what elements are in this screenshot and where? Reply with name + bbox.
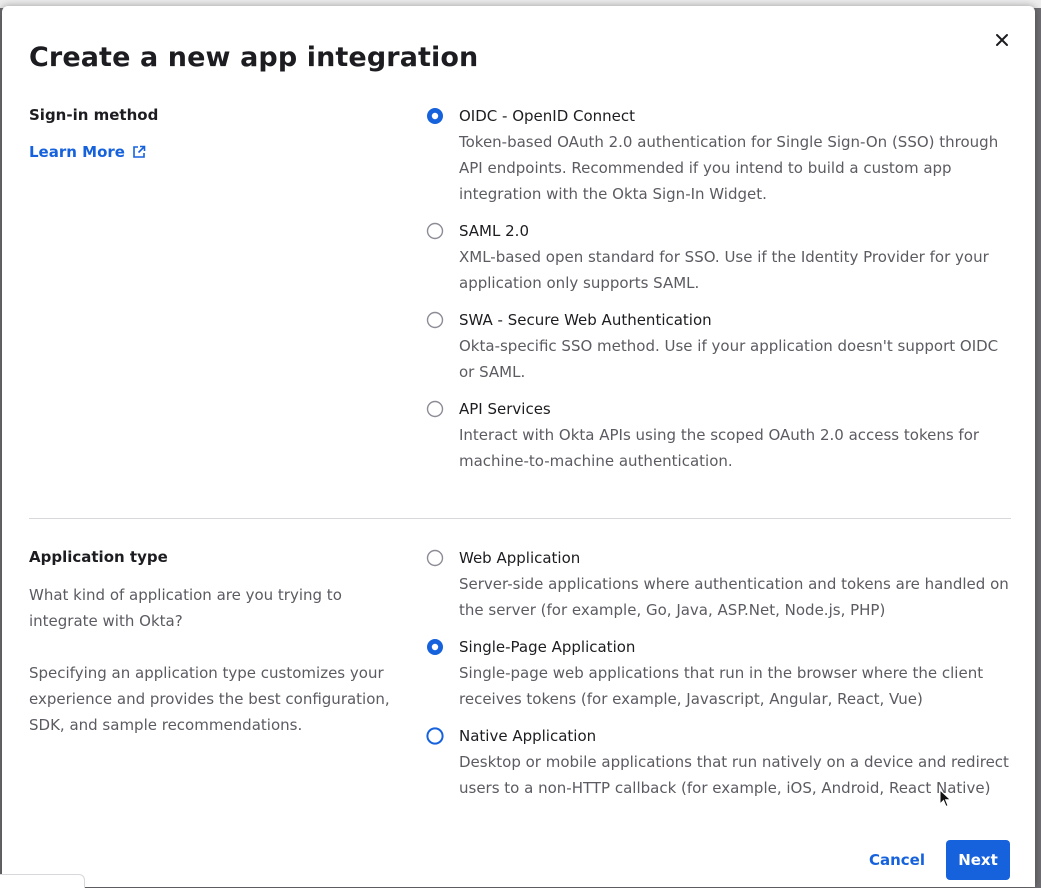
radio-button-swa[interactable]: [426, 311, 444, 329]
application-type-question: What kind of application are you trying …: [29, 586, 342, 630]
application-type-help: Specifying an application type customize…: [29, 664, 390, 734]
next-button[interactable]: Next: [946, 840, 1010, 880]
radio-description-oidc: Token-based OAuth 2.0 authentication for…: [459, 133, 999, 203]
application-type-label: Application type: [29, 548, 168, 566]
radio-description-swa: Okta-specific SSO method. Use if your ap…: [459, 337, 999, 381]
dialog-title: Create a new app integration: [29, 42, 479, 73]
radio-label-swa[interactable]: SWA - Secure Web Authentication: [459, 309, 712, 331]
radio-button-saml[interactable]: [426, 222, 444, 240]
radio-label-web[interactable]: Web Application: [459, 547, 580, 569]
mouse-pointer-icon: [939, 789, 952, 808]
sign-in-method-label: Sign-in method: [29, 106, 159, 124]
radio-label-spa[interactable]: Single-Page Application: [459, 636, 635, 658]
close-icon[interactable]: [990, 28, 1014, 52]
create-app-integration-dialog: Create a new app integration Sign-in met…: [2, 6, 1035, 887]
radio-description-api: Interact with Okta APIs using the scoped…: [459, 426, 980, 470]
radio-description-saml: XML-based open standard for SSO. Use if …: [459, 248, 989, 292]
background-tab: [0, 874, 85, 888]
learn-more-link[interactable]: Learn More: [29, 143, 146, 161]
radio-button-spa[interactable]: [426, 638, 444, 656]
radio-description-native: Desktop or mobile applications that run …: [459, 753, 1009, 797]
radio-button-web[interactable]: [426, 549, 444, 567]
radio-button-api[interactable]: [426, 400, 444, 418]
radio-description-spa: Single-page web applications that run in…: [459, 664, 984, 708]
cancel-button[interactable]: Cancel: [857, 840, 937, 880]
radio-label-oidc[interactable]: OIDC - OpenID Connect: [459, 105, 635, 127]
radio-button-oidc[interactable]: [426, 107, 444, 125]
radio-label-api[interactable]: API Services: [459, 398, 551, 420]
radio-label-saml[interactable]: SAML 2.0: [459, 220, 529, 242]
section-divider: [29, 518, 1011, 519]
external-link-icon: [133, 145, 146, 158]
learn-more-text: Learn More: [29, 143, 125, 161]
radio-label-native[interactable]: Native Application: [459, 725, 596, 747]
radio-description-web: Server-side applications where authentic…: [459, 575, 1009, 619]
radio-button-native[interactable]: [426, 727, 444, 745]
